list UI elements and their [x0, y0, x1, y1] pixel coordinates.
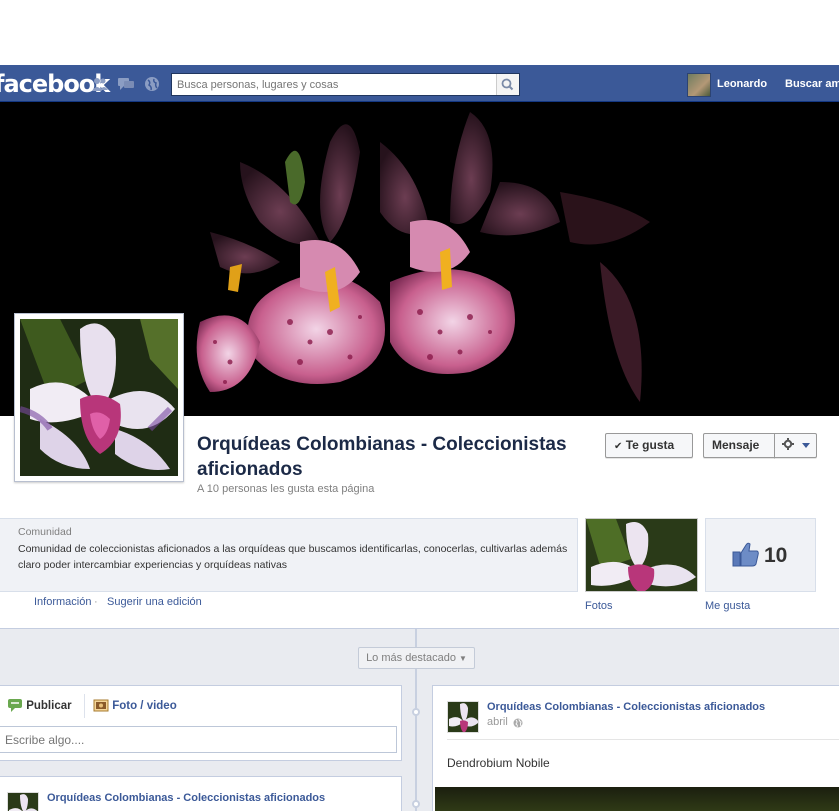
about-section: Comunidad Comunidad de coleccionistas af…	[0, 518, 578, 592]
link-separator: ·	[94, 596, 98, 608]
like-button-label: Te gusta	[625, 438, 675, 452]
page-category: Comunidad	[18, 526, 72, 538]
search-button[interactable]	[496, 74, 519, 95]
suggest-edit-link[interactable]: Sugerir una edición	[107, 596, 202, 608]
highlights-label: Lo más destacado	[366, 652, 456, 664]
tab-divider	[84, 694, 85, 718]
chevron-down-icon: ▼	[459, 654, 467, 663]
post-divider	[447, 739, 839, 740]
page-title: Orquídeas Colombianas - Coleccionistas a…	[197, 434, 567, 480]
timeline-post: Orquídeas Colombianas - Coleccionistas a…	[432, 685, 839, 811]
publish-tab[interactable]: Publicar	[7, 698, 72, 712]
top-navigation-bar: facebook Leonardo Buscar am	[0, 65, 839, 102]
chevron-down-icon	[802, 443, 811, 448]
post-author-name[interactable]: Orquídeas Colombianas - Coleccionistas a…	[487, 701, 765, 713]
likes-count: 10	[764, 544, 788, 567]
timeline-marker	[412, 800, 420, 808]
photo-video-tab-label: Foto / video	[112, 700, 177, 712]
notifications-globe-icon[interactable]	[143, 76, 161, 92]
orchid-avatar-image	[8, 793, 38, 811]
checkmark-icon: ✔	[614, 441, 623, 452]
orchid-profile-image	[20, 319, 178, 476]
message-button-label: Mensaje	[712, 438, 760, 452]
highlights-filter-button[interactable]: Lo más destacado ▼	[358, 647, 475, 669]
post-author-avatar[interactable]	[447, 701, 479, 733]
composer-input[interactable]	[0, 726, 397, 753]
post-author-name[interactable]: Orquídeas Colombianas - Coleccionistas a…	[47, 792, 325, 804]
photo-video-tab[interactable]: Foto / video	[93, 698, 177, 712]
post-date[interactable]: abril	[487, 716, 508, 728]
search-box	[171, 73, 520, 96]
photos-app-label[interactable]: Fotos	[585, 600, 613, 612]
post-author-avatar[interactable]	[7, 792, 39, 811]
photo-icon	[93, 699, 109, 712]
post-text: Dendrobium Nobile	[447, 756, 550, 770]
message-button[interactable]: Mensaje	[703, 433, 775, 458]
messages-icon[interactable]	[117, 76, 135, 92]
page-settings-button[interactable]	[774, 433, 817, 458]
info-link[interactable]: Información	[34, 596, 91, 608]
likes-app-label[interactable]: Me gusta	[705, 600, 750, 612]
post-composer: Publicar Foto / video	[0, 685, 402, 761]
status-update-icon	[8, 699, 22, 712]
search-icon	[501, 78, 514, 91]
photos-app-thumbnail[interactable]	[585, 518, 698, 592]
gear-icon	[782, 438, 794, 450]
orchid-thumbnail-image	[586, 519, 697, 591]
thumbs-up-icon	[732, 542, 759, 567]
timeline-marker	[412, 708, 420, 716]
timeline-area: Lo más destacado ▼ Publicar Foto / video	[0, 628, 839, 811]
page-likes-summary[interactable]: A 10 personas les gusta esta página	[197, 483, 374, 495]
search-input[interactable]	[172, 74, 494, 95]
likes-app-box[interactable]: 10	[705, 518, 816, 592]
find-friends-link[interactable]: Buscar am	[785, 78, 839, 90]
privacy-globe-icon[interactable]	[513, 718, 523, 728]
orchid-avatar-image	[448, 702, 478, 732]
user-avatar[interactable]	[687, 73, 711, 97]
publish-tab-label: Publicar	[26, 700, 72, 712]
like-page-button[interactable]: ✔ Te gusta	[605, 433, 693, 458]
friend-requests-icon[interactable]	[91, 76, 109, 92]
timeline-post: Orquídeas Colombianas - Coleccionistas a…	[0, 776, 402, 811]
user-name-link[interactable]: Leonardo	[717, 78, 767, 90]
post-photo[interactable]	[435, 787, 839, 811]
page-description: Comunidad de coleccionistas aficionados …	[18, 543, 568, 571]
page-profile-picture[interactable]	[14, 313, 184, 482]
